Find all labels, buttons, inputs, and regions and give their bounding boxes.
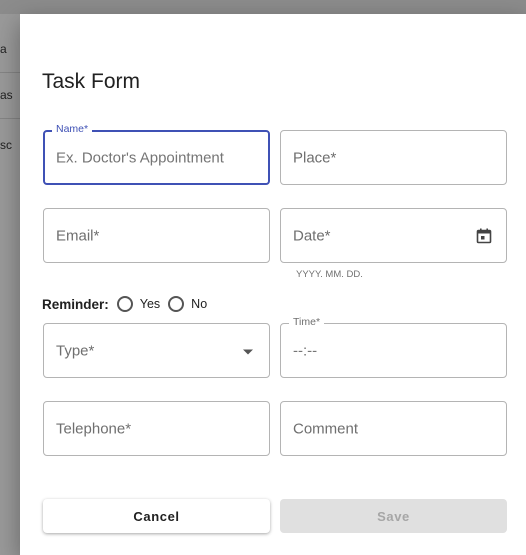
background-divider bbox=[0, 118, 20, 119]
background-peek-text: a bbox=[0, 42, 7, 56]
name-field-placeholder: Ex. Doctor's Appointment bbox=[56, 149, 224, 166]
type-select[interactable]: Type* bbox=[43, 323, 270, 378]
place-field-label: Place* bbox=[293, 149, 337, 166]
telephone-field[interactable]: Telephone* bbox=[43, 401, 270, 456]
date-field[interactable]: Date* bbox=[280, 208, 507, 263]
cancel-button[interactable]: Cancel bbox=[43, 499, 270, 533]
time-field-label: Time* bbox=[289, 316, 325, 328]
comment-field-label: Comment bbox=[293, 420, 359, 437]
name-field[interactable]: Name* Ex. Doctor's Appointment bbox=[43, 123, 270, 185]
reminder-yes-radio[interactable] bbox=[116, 296, 133, 312]
background-list-strip: a as sc bbox=[0, 14, 20, 555]
time-field-value: --:-- bbox=[293, 342, 318, 359]
email-field[interactable]: Email* bbox=[43, 208, 270, 263]
reminder-no-label: No bbox=[191, 297, 208, 311]
calendar-icon[interactable] bbox=[476, 228, 492, 244]
background-peek-text: as bbox=[0, 88, 13, 102]
date-helper-text: YYYY. MM. DD. bbox=[296, 269, 363, 280]
place-field[interactable]: Place* bbox=[280, 130, 507, 185]
name-field-label: Name* bbox=[52, 123, 93, 135]
reminder-group: Reminder: Yes No bbox=[42, 293, 215, 315]
save-button[interactable]: Save bbox=[280, 499, 507, 533]
reminder-label: Reminder: bbox=[42, 296, 109, 312]
background-peek-text: sc bbox=[0, 138, 12, 152]
email-field-label: Email* bbox=[56, 227, 100, 244]
task-form-dialog: Task Form Name* Ex. Doctor's Appointment… bbox=[20, 14, 526, 555]
dialog-title: Task Form bbox=[42, 70, 141, 93]
time-field[interactable]: Time* --:-- bbox=[280, 316, 507, 378]
type-select-label: Type* bbox=[56, 342, 95, 359]
reminder-yes-label: Yes bbox=[139, 297, 161, 311]
background-divider bbox=[0, 72, 20, 73]
telephone-field-label: Telephone* bbox=[56, 420, 132, 437]
reminder-no-radio[interactable] bbox=[168, 296, 185, 312]
date-field-label: Date* bbox=[293, 227, 331, 244]
dropdown-arrow-icon bbox=[243, 349, 253, 354]
comment-field[interactable]: Comment bbox=[280, 401, 507, 456]
